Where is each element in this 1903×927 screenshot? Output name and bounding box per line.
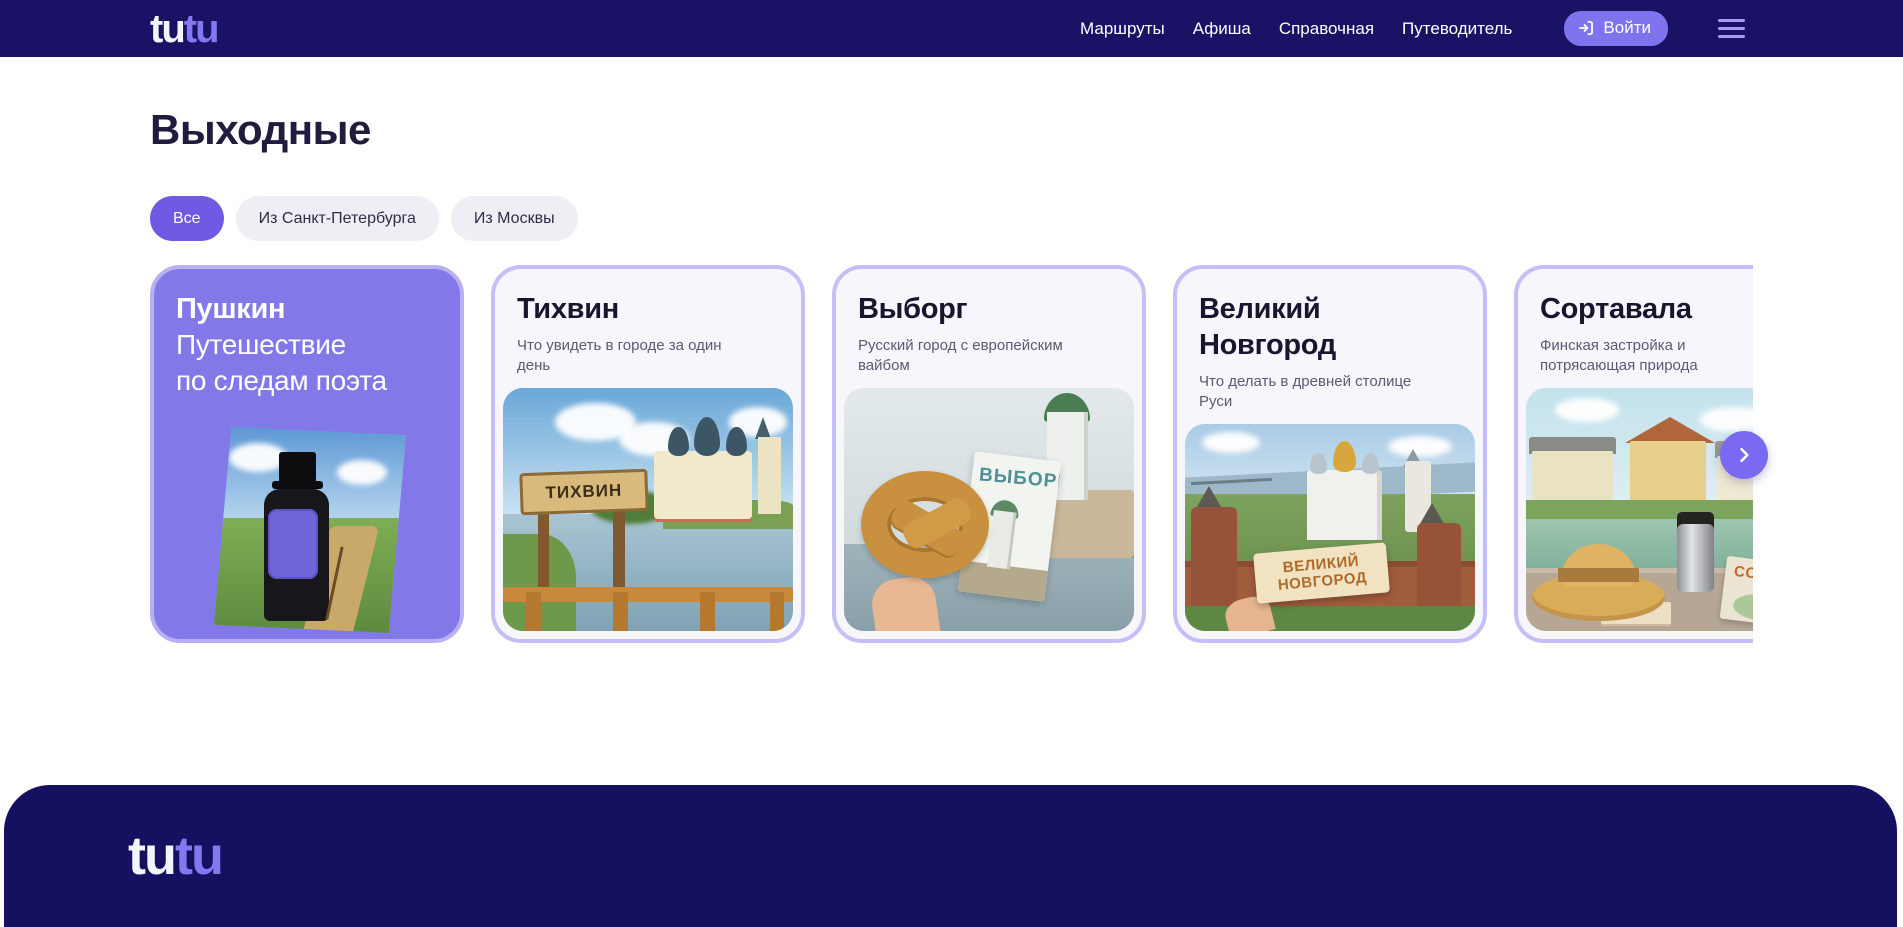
- card-text: Выборг Русский город с европейским вайбо…: [844, 277, 1134, 376]
- filter-chip-all[interactable]: Все: [150, 196, 224, 241]
- card-text: Пушкин Путешествие по следам поэта: [162, 277, 452, 399]
- logo-part-2: tu: [184, 7, 218, 51]
- card-veliky-novgorod[interactable]: Великий Новгород Что делать в древней ст…: [1173, 265, 1487, 643]
- kremlin-tower: [1417, 523, 1461, 614]
- top-navigation-bar: tutu Маршруты Афиша Справочная Путеводит…: [0, 0, 1903, 57]
- cloud: [1555, 398, 1619, 422]
- logo-part-1: tu: [150, 7, 184, 51]
- bell-tower: [758, 437, 781, 515]
- kremlin-tower: [1191, 507, 1237, 615]
- card-image-novgorod: ВЕЛИКИЙ НОВГОРОД: [1185, 424, 1475, 631]
- house-roof: [1625, 417, 1715, 443]
- card-image-sortavala: СОРТАВАЛА: [1526, 388, 1753, 631]
- footer-tutu-logo[interactable]: tutu: [128, 829, 222, 883]
- cloud: [337, 460, 387, 485]
- weekend-cards-carousel: Пушкин Путешествие по следам поэта: [150, 265, 1753, 643]
- monastery-building: [654, 451, 753, 519]
- filter-chips: Все Из Санкт-Петербурга Из Москвы: [150, 196, 578, 241]
- filter-chip-from-spb[interactable]: Из Санкт-Петербурга: [236, 196, 439, 241]
- hat-band: [1558, 568, 1639, 583]
- card-sortavala[interactable]: Сортавала Финская застройка и потрясающа…: [1514, 265, 1753, 643]
- top-hat: [279, 452, 315, 485]
- login-button-label: Войти: [1603, 18, 1651, 38]
- map-label: СОРТАВАЛА: [1733, 563, 1753, 592]
- railing-post: [700, 592, 715, 631]
- card-image-tikhvin: ТИХВИН: [503, 388, 793, 631]
- card-text: Тихвин Что увидеть в городе за один день: [503, 277, 793, 376]
- carousel-next-button[interactable]: [1720, 431, 1768, 479]
- town-sign: ТИХВИН: [520, 468, 649, 515]
- nav-item-guidebook[interactable]: Путеводитель: [1402, 19, 1512, 39]
- railing-post: [613, 592, 628, 631]
- pushkin-scene: [214, 427, 406, 633]
- railing-post: [770, 592, 785, 631]
- card-title: Пушкин: [176, 291, 426, 327]
- card-text: Великий Новгород Что делать в древней ст…: [1185, 277, 1475, 412]
- card-subtitle: Путешествие по следам поэта: [176, 327, 396, 399]
- card-title: Сортавала: [1540, 291, 1753, 327]
- card-title: Тихвин: [517, 291, 767, 327]
- sortavala-scene: СОРТАВАЛА: [1526, 388, 1753, 631]
- water: [1526, 519, 1753, 572]
- vyborg-scene: ВЫБОРГ: [844, 388, 1134, 631]
- card-image-vyborg: ВЫБОРГ: [844, 388, 1134, 631]
- thermos: [1677, 524, 1715, 592]
- nav-item-afisha[interactable]: Афиша: [1193, 19, 1251, 39]
- tutu-logo[interactable]: tutu: [150, 9, 218, 49]
- filter-chip-from-moscow[interactable]: Из Москвы: [451, 196, 578, 241]
- finnish-house: [1532, 451, 1613, 504]
- finnish-house: [1630, 441, 1705, 504]
- login-icon: [1577, 19, 1595, 37]
- hamburger-menu-icon[interactable]: [1718, 19, 1745, 38]
- card-text: Сортавала Финская застройка и потрясающа…: [1526, 277, 1753, 376]
- card-pushkin[interactable]: Пушкин Путешествие по следам поэта: [150, 265, 464, 643]
- card-subtitle: Финская застройка и потрясающая природа: [1540, 336, 1753, 376]
- bridge-railing: [503, 587, 793, 602]
- page-title: Выходные: [150, 106, 371, 154]
- cloud: [1202, 432, 1260, 453]
- card-subtitle: Что увидеть в городе за один день: [517, 336, 757, 376]
- onion-dome: [726, 427, 746, 456]
- card-title: Выборг: [858, 291, 1108, 327]
- card-subtitle: Русский город с европейским вайбом: [858, 336, 1098, 376]
- onion-dome: [668, 427, 688, 456]
- carousel-viewport: Пушкин Путешествие по следам поэта: [150, 265, 1753, 643]
- card-tikhvin[interactable]: Тихвин Что увидеть в городе за один день: [491, 265, 805, 643]
- page-footer: tutu: [4, 785, 1897, 927]
- nav-item-reference[interactable]: Справочная: [1279, 19, 1374, 39]
- card-vyborg[interactable]: Выборг Русский город с европейским вайбо…: [832, 265, 1146, 643]
- railing-post: [526, 592, 541, 631]
- tikhvin-scene: ТИХВИН: [503, 388, 793, 631]
- cathedral: [1307, 470, 1382, 540]
- card-image-pushkin: [214, 427, 406, 633]
- card-subtitle: Что делать в древней столице Руси: [1199, 372, 1439, 412]
- chevron-right-icon: [1734, 445, 1754, 465]
- novgorod-scene: ВЕЛИКИЙ НОВГОРОД: [1185, 424, 1475, 631]
- login-button[interactable]: Войти: [1564, 11, 1668, 46]
- logo-part-2: tu: [175, 826, 222, 886]
- carousel-track: Пушкин Путешествие по следам поэта: [150, 265, 1753, 643]
- postcard-tower: [987, 510, 1016, 569]
- postcard-label: ВЫБОРГ: [978, 465, 1061, 494]
- card-title: Великий Новгород: [1199, 291, 1449, 363]
- backpack: [268, 509, 318, 579]
- nav-item-routes[interactable]: Маршруты: [1080, 19, 1165, 39]
- main-nav: Маршруты Афиша Справочная Путеводитель В…: [1080, 11, 1745, 46]
- logo-part-1: tu: [128, 826, 175, 886]
